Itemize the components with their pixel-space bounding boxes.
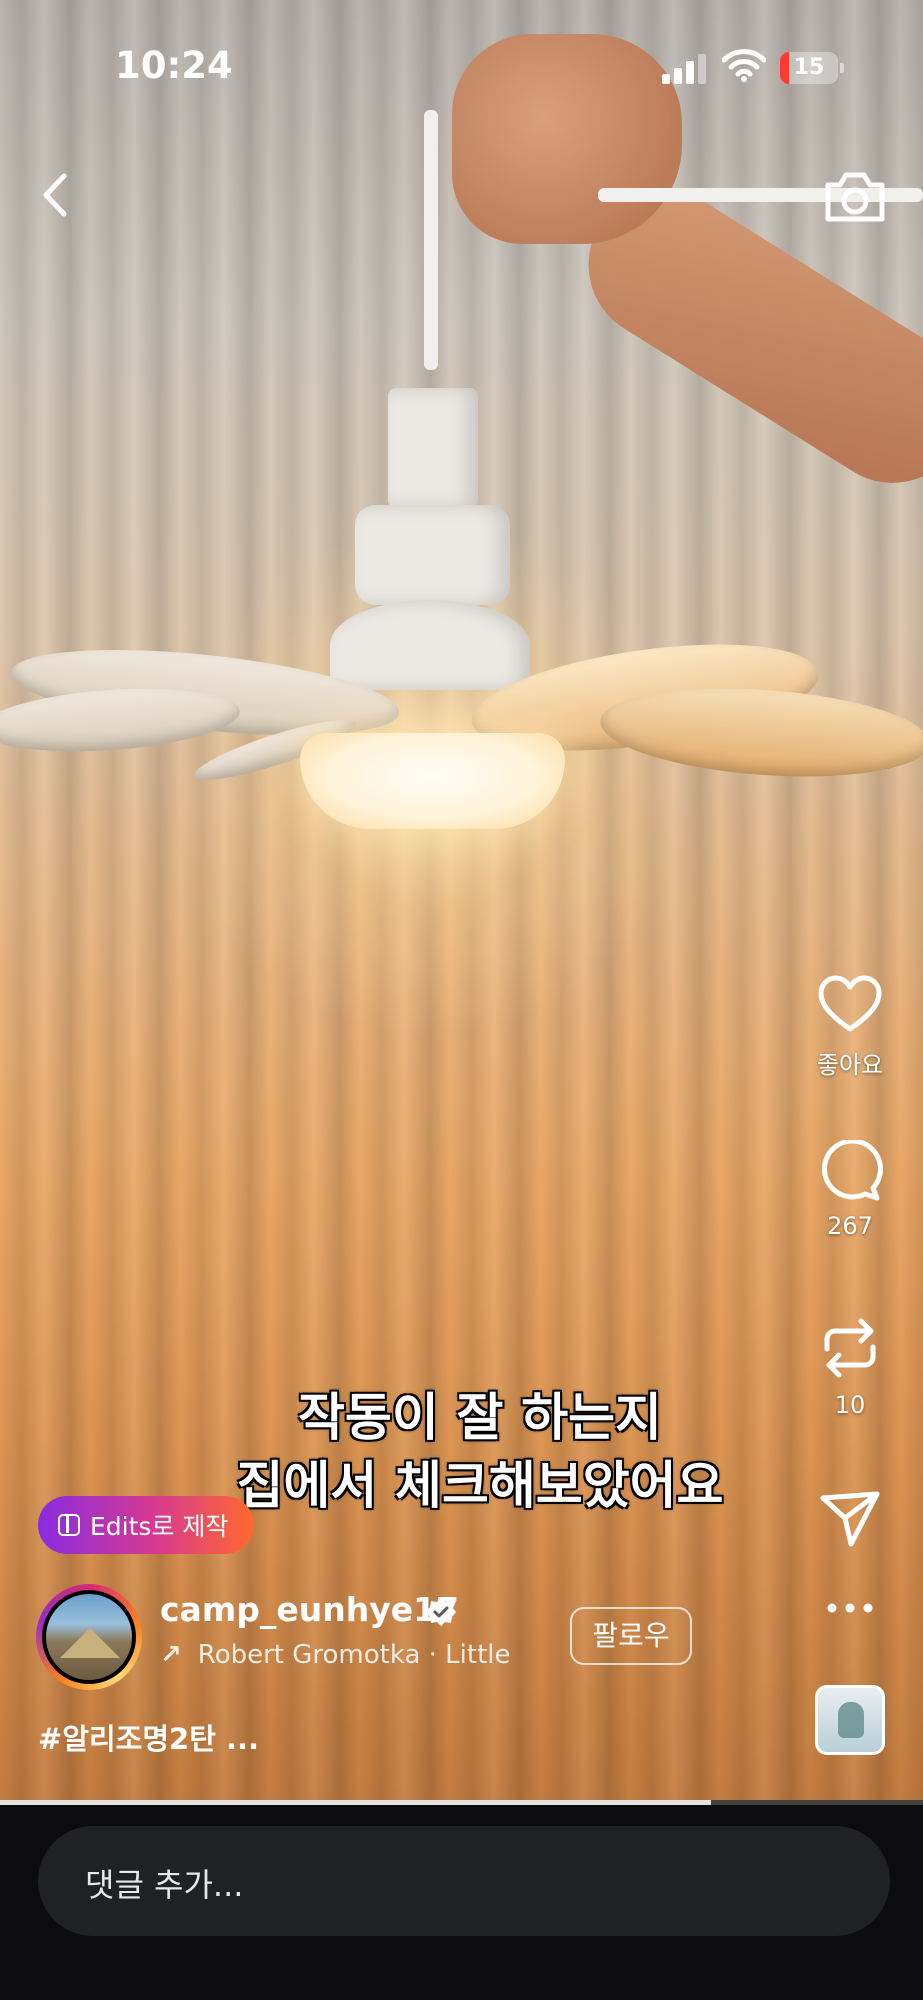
- back-icon[interactable]: [36, 170, 76, 220]
- share-button[interactable]: [800, 1490, 900, 1552]
- caption-line-2: 집에서 체크해보았어요: [236, 1457, 724, 1516]
- edits-icon: [58, 1514, 80, 1536]
- send-icon: [820, 1491, 880, 1547]
- like-label: 좋아요: [816, 1051, 884, 1079]
- fan-hub: [330, 600, 530, 690]
- edits-create-button[interactable]: Edits로 제작: [38, 1496, 255, 1554]
- audio-thumbnail[interactable]: [815, 1685, 885, 1755]
- heart-icon: [818, 975, 882, 1032]
- post-hashtag[interactable]: #알리조명2탄 ...: [38, 1716, 259, 1758]
- fan-motor-housing: [355, 505, 510, 605]
- music-text: Robert Gromotka · Little: [197, 1640, 511, 1670]
- status-bar: 10:24 15: [0, 0, 923, 120]
- comment-count: 267: [827, 1212, 873, 1240]
- edits-label: Edits로 제작: [90, 1512, 229, 1541]
- repost-count: 10: [834, 1391, 866, 1419]
- caption-line-1: 작동이 잘 하는지: [298, 1389, 662, 1448]
- like-button[interactable]: 좋아요: [800, 975, 900, 1080]
- repost-button[interactable]: 10: [800, 1315, 900, 1419]
- comment-button[interactable]: 267: [800, 1138, 900, 1240]
- battery-level: 15: [793, 55, 825, 80]
- username[interactable]: camp_eunhye17: [160, 1590, 459, 1629]
- wifi-icon: [722, 49, 766, 82]
- comment-icon: [821, 1138, 883, 1201]
- led-bulb: [300, 733, 565, 829]
- video-caption: 작동이 잘 하는지 집에서 체크해보았어요: [180, 1385, 780, 1521]
- follow-button[interactable]: 팔로우: [570, 1607, 692, 1665]
- battery-indicator: 15: [780, 52, 844, 84]
- repost-icon: [824, 1318, 876, 1378]
- verified-icon: [426, 1598, 456, 1626]
- comment-placeholder: 댓글 추가...: [85, 1866, 244, 1904]
- music-arrow-icon: ↗: [160, 1640, 182, 1670]
- avatar-image: [42, 1590, 136, 1684]
- cellular-signal-icon: [662, 52, 712, 84]
- more-options-button[interactable]: [800, 1600, 900, 1619]
- music-info[interactable]: ↗ Robert Gromotka · Little: [160, 1640, 540, 1670]
- hanging-cable: [424, 110, 438, 370]
- more-icon: [827, 1603, 873, 1613]
- camera-icon[interactable]: [820, 167, 890, 227]
- status-time: 10:24: [115, 44, 233, 87]
- lamp-socket: [388, 388, 478, 508]
- avatar[interactable]: [36, 1584, 142, 1690]
